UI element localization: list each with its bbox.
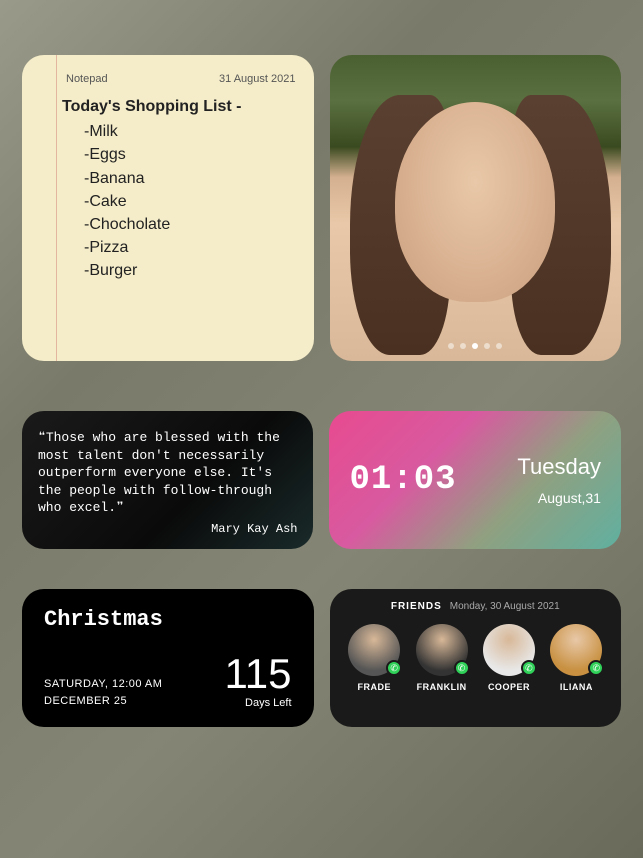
avatar[interactable]: ✆ <box>550 624 602 676</box>
notepad-item: -Pizza <box>66 236 296 259</box>
countdown-day-time: SATURDAY, 12:00 AM <box>44 676 162 693</box>
page-indicator[interactable] <box>448 343 502 349</box>
friends-date: Monday, 30 August 2021 <box>450 601 560 612</box>
friend-item[interactable]: ✆ FRANKLIN <box>411 624 472 692</box>
notepad-item: -Chocholate <box>66 213 296 236</box>
photo-placeholder <box>395 102 555 302</box>
page-dot[interactable] <box>448 343 454 349</box>
page-dot[interactable] <box>496 343 502 349</box>
countdown-number: 115 <box>225 653 292 695</box>
countdown-title: Christmas <box>44 607 292 632</box>
clock-time: 01:03 <box>349 461 456 499</box>
countdown-widget[interactable]: Christmas SATURDAY, 12:00 AM DECEMBER 25… <box>22 589 314 727</box>
clock-day: Tuesday <box>517 454 601 480</box>
notepad-item: -Eggs <box>66 143 296 166</box>
friend-item[interactable]: ✆ COOPER <box>478 624 539 692</box>
clock-widget[interactable]: 01:03 Tuesday August,31 <box>329 411 621 549</box>
notepad-widget[interactable]: Notepad 31 August 2021 Today's Shopping … <box>22 55 314 361</box>
notepad-item: -Burger <box>66 259 296 282</box>
call-icon[interactable]: ✆ <box>454 660 470 676</box>
friend-name: COOPER <box>478 682 539 692</box>
countdown-date: DECEMBER 25 <box>44 693 162 710</box>
quote-widget[interactable]: ❝Those who are blessed with the most tal… <box>22 411 313 549</box>
notepad-item: -Cake <box>66 190 296 213</box>
notepad-body: Today's Shopping List - -Milk-Eggs-Banan… <box>22 91 314 283</box>
avatar[interactable]: ✆ <box>416 624 468 676</box>
friend-name: FRADE <box>344 682 405 692</box>
call-icon[interactable]: ✆ <box>521 660 537 676</box>
quote-text: ❝Those who are blessed with the most tal… <box>38 429 297 517</box>
notepad-item: -Banana <box>66 167 296 190</box>
avatar[interactable]: ✆ <box>483 624 535 676</box>
friend-name: ILIANA <box>546 682 607 692</box>
notepad-item: -Milk <box>66 120 296 143</box>
page-dot[interactable] <box>460 343 466 349</box>
quote-author: Mary Kay Ash <box>38 521 297 537</box>
friends-title: FRIENDS <box>391 601 442 612</box>
clock-date: August,31 <box>517 490 601 506</box>
photo-widget[interactable] <box>330 55 622 361</box>
friends-widget[interactable]: FRIENDS Monday, 30 August 2021 ✆ FRADE ✆ FR… <box>330 589 621 727</box>
call-icon[interactable]: ✆ <box>386 660 402 676</box>
page-dot[interactable] <box>472 343 478 349</box>
friend-name: FRANKLIN <box>411 682 472 692</box>
notepad-date: 31 August 2021 <box>219 73 295 85</box>
call-icon[interactable]: ✆ <box>588 660 604 676</box>
friend-item[interactable]: ✆ FRADE <box>344 624 405 692</box>
avatar[interactable]: ✆ <box>348 624 400 676</box>
notepad-title: Today's Shopping List - <box>62 95 296 118</box>
friend-item[interactable]: ✆ ILIANA <box>546 624 607 692</box>
countdown-label: Days Left <box>225 697 292 709</box>
notepad-label: Notepad <box>66 73 108 85</box>
page-dot[interactable] <box>484 343 490 349</box>
